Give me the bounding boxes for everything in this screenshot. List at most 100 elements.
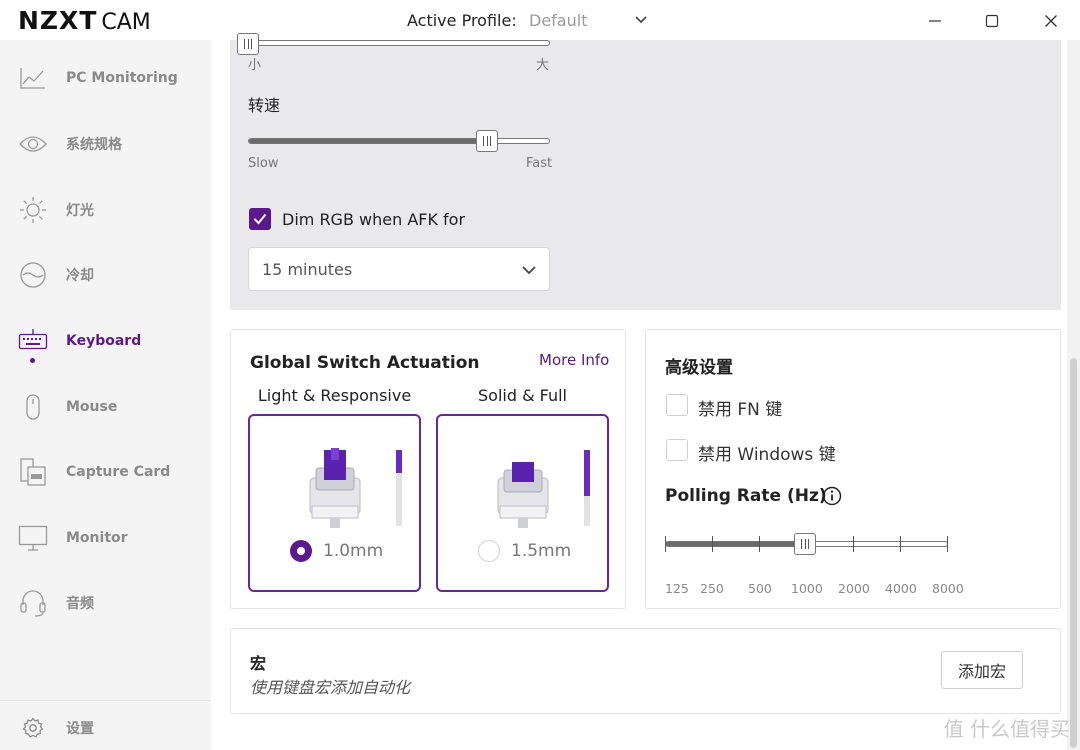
switch-option-solid[interactable]: 1.5mm (436, 414, 609, 592)
headset-icon (18, 588, 48, 618)
active-indicator-dot (30, 358, 35, 363)
title-bar: NZXT CAM Active Profile: Default (0, 0, 1080, 40)
size-min-label: 小 (248, 58, 262, 73)
polling-tick (853, 536, 854, 552)
logo-brand: NZXT (18, 6, 98, 35)
sidebar-item-label: Keyboard (66, 333, 142, 349)
maximize-icon (985, 14, 999, 28)
speed-min-label: Slow (248, 156, 279, 171)
polling-tick (947, 536, 948, 552)
light-responsive-caption: Light & Responsive (257, 386, 412, 405)
more-info-link[interactable]: More Info (539, 351, 609, 369)
dim-rgb-checkbox[interactable] (249, 208, 271, 230)
switch-illustration (497, 462, 549, 528)
switch-option-light[interactable]: 1.0mm (248, 414, 421, 592)
speed-slider-fill (249, 139, 489, 143)
add-macro-button[interactable]: 添加宏 (941, 651, 1023, 689)
chevron-down-icon[interactable] (633, 12, 649, 28)
sidebar-item-keyboard[interactable]: Keyboard (0, 316, 211, 366)
sidebar-item-audio[interactable]: 音频 (0, 578, 211, 628)
afk-duration-value: 15 minutes (262, 260, 353, 279)
actuation-depth-bar (584, 450, 590, 526)
switch-illustration (309, 448, 361, 528)
radio-light-selected[interactable] (290, 540, 312, 562)
maximize-button[interactable] (978, 8, 1006, 34)
sidebar-settings[interactable]: 设置 (0, 700, 211, 750)
sidebar-item-label: 音频 (66, 596, 94, 612)
polling-rate-label: 4000 (885, 581, 917, 596)
sidebar-item-label: 系统规格 (66, 137, 122, 153)
polling-rate-label: 2000 (838, 581, 870, 596)
polling-tick (712, 536, 713, 552)
speed-slider[interactable] (248, 138, 550, 144)
disable-windows-checkbox[interactable] (666, 439, 688, 461)
info-icon[interactable] (822, 486, 842, 506)
polling-tick (759, 536, 760, 552)
polling-rate-title: Polling Rate (Hz) (665, 486, 827, 506)
sidebar-item-cooling[interactable]: 冷却 (0, 250, 211, 300)
nzxt-cam-logo: NZXT CAM (18, 6, 151, 36)
eye-icon (18, 129, 48, 159)
active-profile-label: Active Profile: (407, 11, 517, 30)
sidebar-item-lighting[interactable]: 灯光 (0, 185, 211, 235)
chart-line-icon (18, 63, 48, 93)
polling-rate-label: 1000 (791, 581, 823, 596)
macro-title: 宏 (250, 654, 267, 673)
size-max-label: 大 (536, 58, 550, 73)
polling-rate-fill (666, 542, 807, 546)
sidebar-item-mouse[interactable]: Mouse (0, 382, 211, 432)
speed-label: 转速 (248, 96, 281, 115)
cooling-icon (18, 260, 48, 290)
polling-tick (900, 536, 901, 552)
sidebar-item-label: PC Monitoring (66, 70, 178, 86)
monitor-icon (18, 523, 48, 553)
close-button[interactable] (1037, 8, 1065, 34)
mouse-icon (18, 392, 48, 422)
sidebar-item-monitor[interactable]: Monitor (0, 513, 211, 563)
actuation-depth-bar (396, 450, 402, 526)
minimize-icon (929, 20, 941, 22)
speed-slider-thumb[interactable] (476, 130, 498, 152)
sidebar-item-label: Mouse (66, 399, 118, 415)
settings-label: 设置 (66, 721, 94, 737)
radio-solid-unselected[interactable] (478, 540, 500, 562)
size-slider[interactable] (248, 40, 550, 46)
active-profile-dropdown[interactable]: Default (529, 11, 587, 30)
polling-rate-label: 500 (748, 581, 772, 596)
polling-rate-thumb[interactable] (794, 533, 816, 555)
switch-actuation-card: Global Switch Actuation More Info Light … (230, 329, 626, 609)
advanced-settings-card: 高级设置 禁用 FN 键 禁用 Windows 键 Polling Rate (… (645, 329, 1061, 609)
actuation-depth-fill (584, 450, 590, 496)
gear-icon (18, 713, 48, 743)
scrollbar-thumb[interactable] (1070, 358, 1077, 748)
polling-rate-slider[interactable]: 125 250 500 1000 2000 4000 8000 (665, 533, 964, 596)
watermark: 值 什么值得买 (944, 713, 1070, 742)
disable-fn-label: 禁用 FN 键 (698, 400, 783, 420)
sidebar-item-label: 冷却 (66, 268, 94, 284)
minimize-button[interactable] (921, 8, 949, 34)
main-content: 小 大 转速 Slow Fast Dim RGB when AFK for 15… (211, 33, 1080, 750)
sidebar-item-pc-monitoring[interactable]: PC Monitoring (0, 53, 211, 103)
disable-fn-checkbox[interactable] (666, 394, 688, 416)
size-slider-thumb[interactable] (237, 33, 259, 55)
sidebar-item-label: 灯光 (66, 203, 94, 219)
speed-max-label: Fast (526, 156, 553, 171)
close-icon (1045, 15, 1057, 27)
sidebar-item-system-specs[interactable]: 系统规格 (0, 119, 211, 169)
sidebar-item-label: Capture Card (66, 464, 171, 480)
scrollbar[interactable] (1067, 40, 1080, 750)
actuation-depth-fill (396, 450, 402, 473)
macro-card: 宏 使用键盘宏添加自动化 添加宏 (230, 628, 1061, 714)
polling-rate-label: 8000 (932, 581, 964, 596)
polling-rate-label: 250 (700, 581, 724, 596)
macro-subtitle: 使用键盘宏添加自动化 (250, 678, 411, 697)
dim-rgb-label: Dim RGB when AFK for (282, 210, 466, 229)
sidebar-item-capture-card[interactable]: Capture Card (0, 447, 211, 497)
advanced-title: 高级设置 (665, 358, 733, 378)
sidebar-item-label: Monitor (66, 530, 128, 546)
polling-rate-label: 125 (665, 581, 689, 596)
disable-windows-label: 禁用 Windows 键 (698, 445, 836, 465)
sun-icon (18, 195, 48, 225)
polling-tick (665, 536, 666, 552)
afk-duration-select[interactable]: 15 minutes (248, 247, 550, 291)
